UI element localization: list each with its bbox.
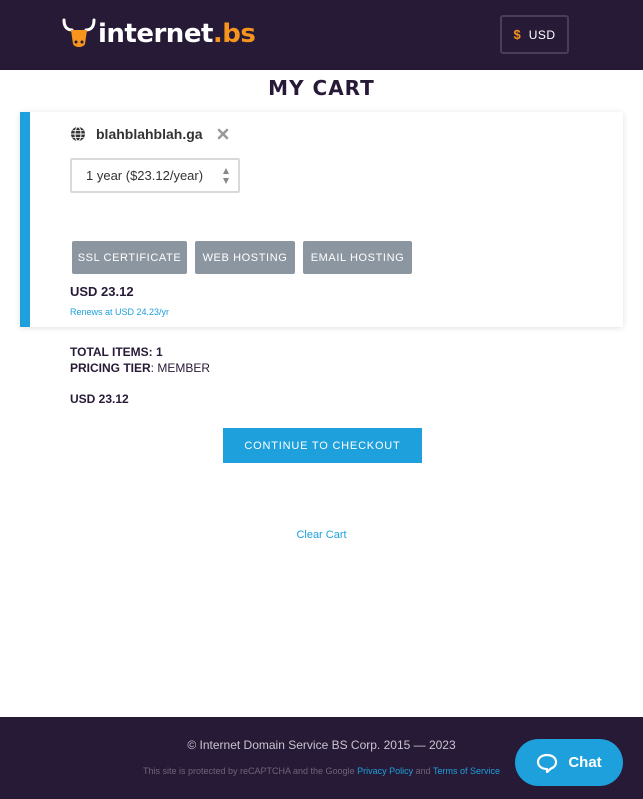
period-selected-value: 1 year ($23.12/year)	[86, 168, 204, 183]
site-header: internet.bs $ USD	[0, 0, 643, 70]
remove-icon[interactable]	[217, 128, 229, 140]
cart-summary: TOTAL ITEMS: 1 PRICING TIER: MEMBER USD …	[70, 344, 210, 407]
domain-name: blahblahblah.ga	[96, 126, 203, 142]
add-web-hosting-button[interactable]: WEB HOSTING	[195, 241, 295, 274]
add-ssl-certificate-button[interactable]: SSL CERTIFICATE	[72, 241, 187, 274]
select-arrows-icon	[223, 168, 229, 184]
currency-symbol: $	[513, 27, 521, 42]
recaptcha-text: This site is protected by reCAPTCHA and …	[142, 766, 355, 776]
privacy-policy-link[interactable]: Privacy Policy	[357, 766, 413, 776]
total-items-line: TOTAL ITEMS: 1	[70, 344, 210, 360]
cart-item-card: blahblahblah.ga 1 year ($23.12/year) SSL…	[20, 112, 623, 327]
globe-icon	[71, 126, 85, 142]
total-items-value: 1	[156, 345, 163, 359]
page-title: MY CART	[268, 76, 375, 100]
registration-period-select[interactable]: 1 year ($23.12/year)	[70, 158, 240, 193]
clear-cart-text[interactable]: Clear Cart	[296, 529, 346, 541]
domain-row: blahblahblah.ga	[70, 126, 229, 142]
pricing-tier-value: : MEMBER	[150, 361, 211, 375]
logo-wordmark: internet.bs	[98, 19, 256, 49]
cart-total: USD 23.12	[70, 392, 129, 406]
logo-tld: .bs	[212, 19, 256, 49]
clear-cart-link: Clear Cart	[0, 529, 643, 541]
pricing-tier-line: PRICING TIER: MEMBER	[70, 360, 210, 376]
chat-label: Chat	[568, 754, 602, 771]
terms-of-service-link[interactable]: Terms of Service	[433, 766, 500, 776]
currency-selector-button[interactable]: $ USD	[500, 15, 569, 54]
site-logo[interactable]: internet.bs	[62, 16, 256, 52]
recaptcha-and: and	[415, 766, 431, 776]
chat-widget-button[interactable]: Chat	[515, 739, 623, 786]
renewal-price: Renews at USD 24.23/yr	[70, 307, 170, 317]
logo-name: internet	[98, 19, 213, 49]
add-email-hosting-button[interactable]: EMAIL HOSTING	[303, 241, 412, 274]
item-price: USD 23.12	[70, 284, 134, 299]
currency-code: USD	[528, 27, 556, 42]
pricing-tier-label: PRICING TIER	[70, 361, 151, 375]
chat-bubble-icon	[537, 753, 558, 773]
continue-to-checkout-button[interactable]: CONTINUE TO CHECKOUT	[223, 428, 422, 463]
total-items-label: TOTAL ITEMS:	[70, 345, 153, 359]
bull-logo-icon	[62, 18, 96, 47]
